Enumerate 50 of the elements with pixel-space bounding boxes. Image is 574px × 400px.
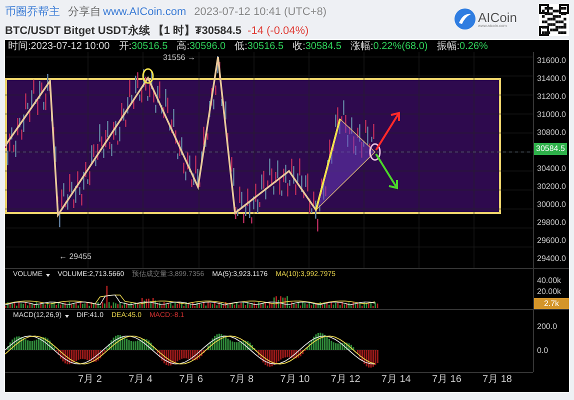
volume-tick: 20.00k <box>537 286 562 297</box>
up-arrow <box>375 112 400 151</box>
share-label: 分享自 <box>68 4 101 20</box>
price-tick: 30800.0 <box>537 127 567 139</box>
date-tick: 7月 12 <box>330 373 362 387</box>
volume-tick: 40.00k <box>537 275 562 286</box>
current-volume-tag: 2.7k <box>534 298 569 309</box>
quote-info: 涨幅:0.22%(68.0) <box>350 40 428 54</box>
macd-tick: 0.0 <box>537 345 550 357</box>
caret-icon <box>64 314 69 318</box>
quote-info: 开:30516.5 <box>118 40 168 54</box>
date-tick: 7月 16 <box>432 373 462 387</box>
quote-info: 收:30584.5 <box>292 40 342 54</box>
quote-info: 振幅:0.26% <box>436 40 488 54</box>
symbol-title: BTC/USDT Bitget USDT永续 【1 时】₮30584.5 <box>5 24 242 38</box>
site-link[interactable]: www.AICoin.com <box>103 4 186 20</box>
high-marker: 31556 → <box>163 52 196 64</box>
price-tick: 31200.0 <box>537 91 567 103</box>
caret-icon <box>46 274 50 276</box>
price-tick: 29800.0 <box>537 217 567 229</box>
author-name: 币圈乔帮主 <box>5 4 60 20</box>
circle-marker <box>142 68 154 84</box>
price-tick: 31600.0 <box>537 55 567 67</box>
price-tick: 31000.0 <box>537 109 567 121</box>
down-arrow <box>375 153 398 190</box>
qr-code-icon <box>539 4 569 36</box>
date-tick: 7月 14 <box>381 373 412 387</box>
current-price-tag: 30584.5 <box>534 143 567 155</box>
price-tick: 30400.0 <box>537 163 567 175</box>
date-tick: 7月 6 <box>179 373 204 387</box>
circle-marker <box>369 143 381 161</box>
date-tick: 7月 8 <box>230 373 255 387</box>
quote-info: 高:30596.0 <box>176 40 226 54</box>
macd-tick: 200.0 <box>537 321 558 333</box>
share-timestamp: 2023-07-12 10:41 (UTC+8) <box>194 5 327 20</box>
price-tick: 30200.0 <box>537 181 567 193</box>
price-tick: 29400.0 <box>537 253 567 265</box>
date-tick: 7月 10 <box>280 373 311 387</box>
quote-info: 低:30516.5 <box>234 40 284 54</box>
quote-info: 时间:2023-07-12 10:00 <box>8 40 110 54</box>
date-tick: 7月 4 <box>128 373 154 387</box>
price-tick: 30000.0 <box>537 199 567 211</box>
logo-text: AICoin <box>478 10 517 24</box>
price-tick: 31400.0 <box>537 73 567 85</box>
price-tick: 29600.0 <box>537 235 567 247</box>
low-marker: ← 29455 <box>59 251 92 263</box>
date-tick: 7月 2 <box>78 373 103 387</box>
price-change: -14 (-0.04%) <box>248 24 309 38</box>
logo-icon <box>454 8 476 30</box>
date-tick: 7月 18 <box>482 373 513 387</box>
